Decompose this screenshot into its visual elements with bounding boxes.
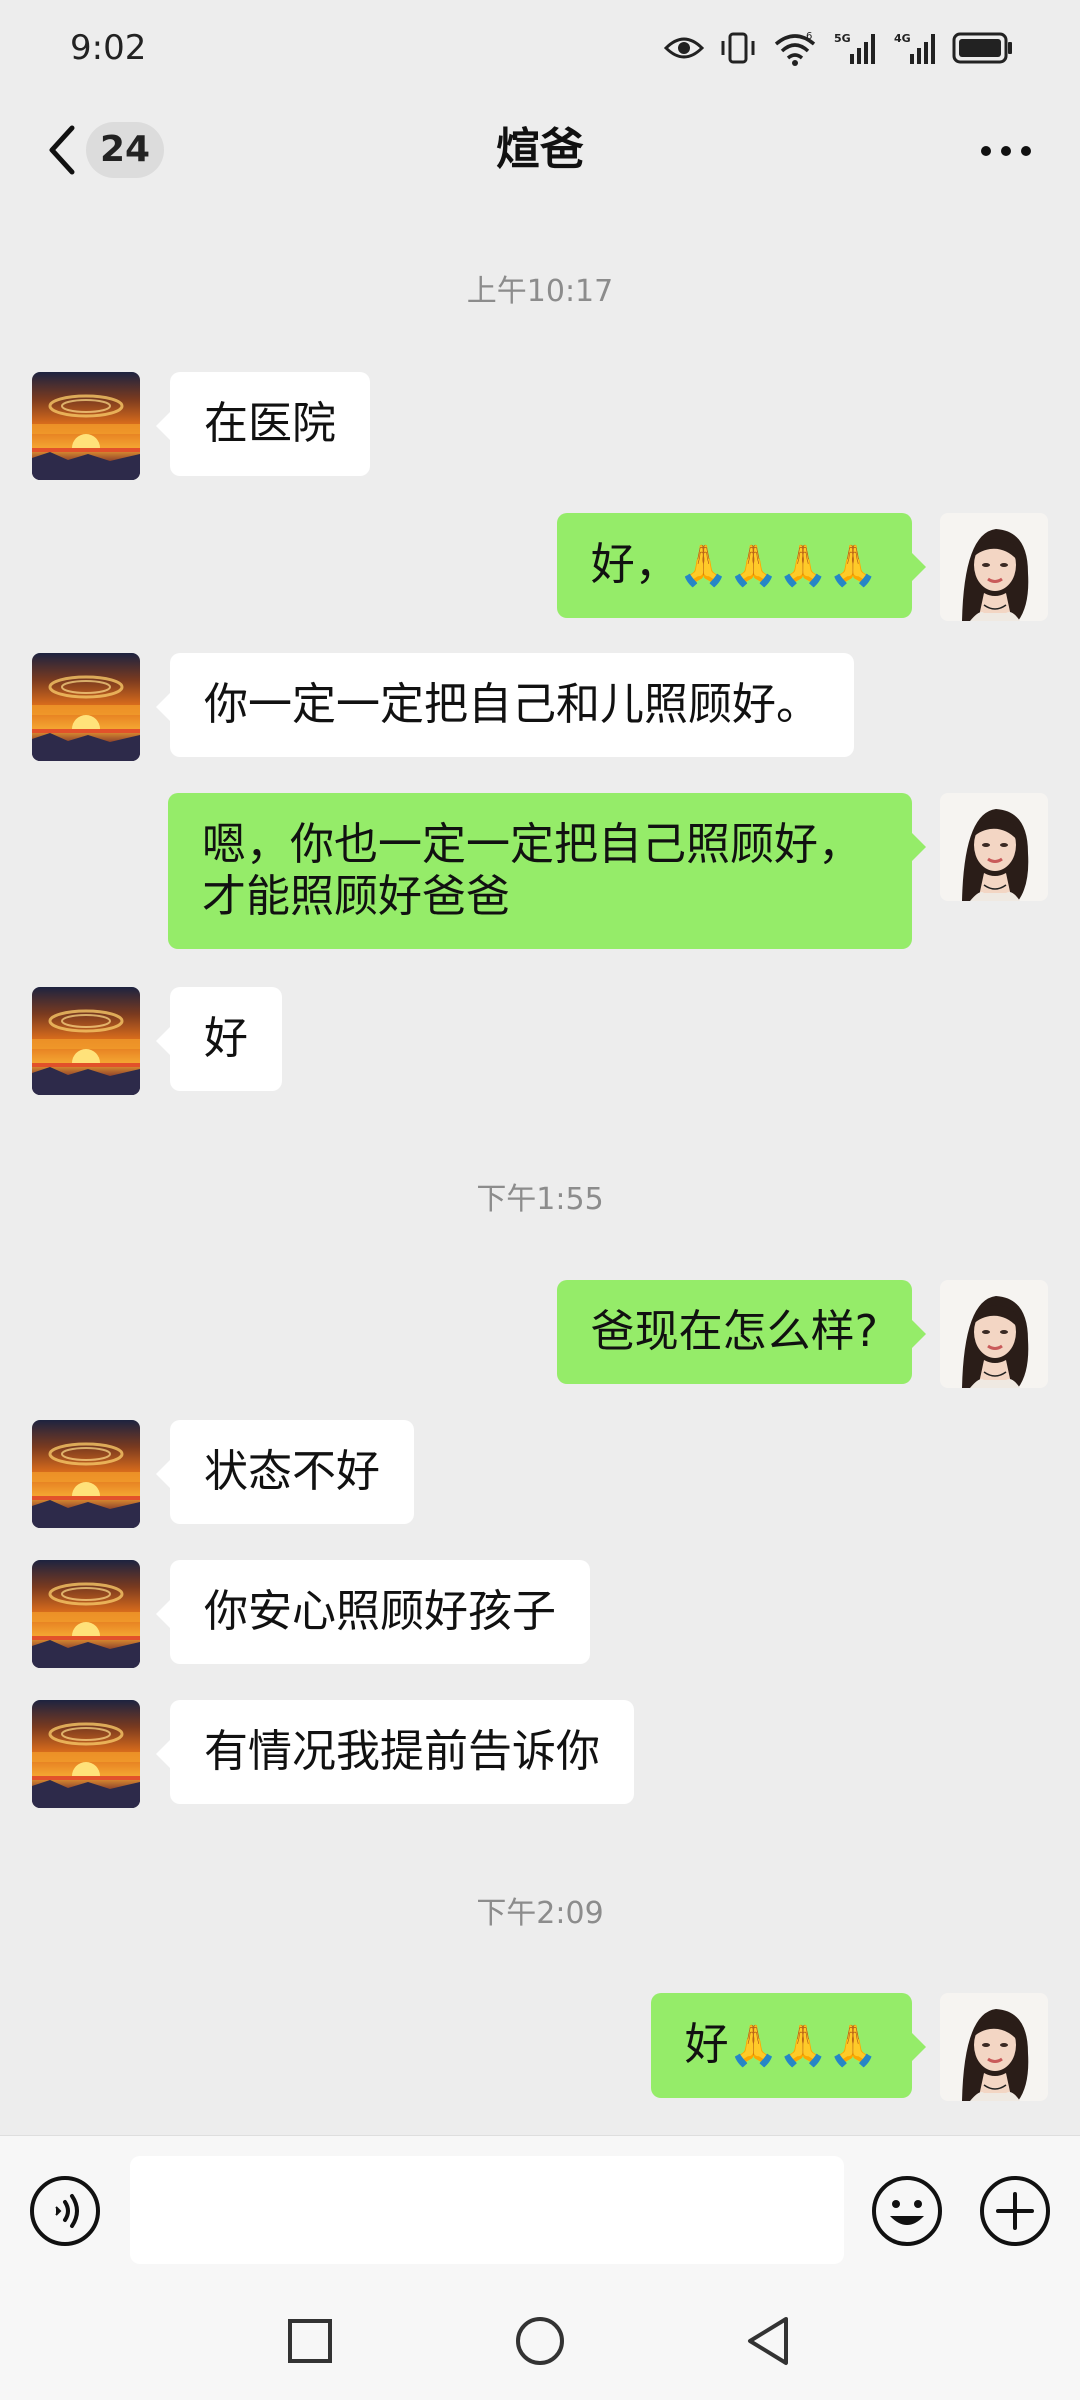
svg-text:5G: 5G (834, 32, 851, 45)
message-bubble-incoming[interactable]: 好 (156, 987, 282, 1091)
signal-5g-icon: 5G (834, 32, 875, 64)
plus-icon[interactable] (978, 2174, 1052, 2248)
message-text: 好， (590, 539, 679, 590)
status-bar: 9:02 6 5G 4G (0, 0, 1080, 100)
message-bubble-incoming[interactable]: 状态不好 (156, 1420, 414, 1524)
battery-icon (952, 32, 1012, 64)
triangle-back-icon[interactable] (740, 2313, 796, 2369)
message-bubble-outgoing[interactable]: 嗯，你也一定一定把自己照顾好， 才能照顾好爸爸 (168, 793, 926, 949)
square-icon[interactable] (282, 2313, 338, 2369)
contact-avatar[interactable] (32, 372, 140, 480)
message-bubble-incoming[interactable]: 有情况我提前告诉你 (156, 1700, 634, 1804)
unread-count-badge[interactable]: 24 (86, 122, 165, 178)
message-list[interactable]: 上午10:17 在医院 好，🙏🙏🙏🙏 你一定一定把自己和儿照顾好。 嗯，你也一定… (0, 200, 1080, 2135)
wifi-icon: 6 (774, 31, 816, 66)
vibrate-icon (721, 32, 755, 64)
status-time: 9:02 (70, 28, 147, 68)
input-bar (0, 2135, 1080, 2276)
message-bubble-outgoing[interactable]: 好，🙏🙏🙏🙏 (556, 513, 927, 618)
my-avatar[interactable] (940, 1993, 1048, 2101)
svg-text:6: 6 (806, 31, 812, 42)
circle-icon[interactable] (512, 2313, 568, 2369)
pray-emoji: 🙏🙏🙏🙏 (678, 543, 878, 589)
my-avatar[interactable] (940, 513, 1048, 621)
message-bubble-incoming[interactable]: 在医院 (156, 372, 370, 476)
message-bubble-outgoing[interactable]: 爸现在怎么样? (556, 1280, 927, 1384)
contact-avatar[interactable] (32, 653, 140, 761)
message-text-line: 才能照顾好爸爸 (202, 871, 510, 922)
pray-emoji: 🙏🙏🙏 (728, 2023, 878, 2069)
signal-4g-icon: 4G (894, 32, 935, 64)
my-avatar[interactable] (940, 793, 1048, 901)
svg-text:4G: 4G (894, 32, 911, 45)
more-dots-icon[interactable] (976, 126, 1036, 176)
contact-avatar[interactable] (32, 1560, 140, 1668)
status-icons: 6 5G 4G (664, 30, 1014, 66)
timestamp: 下午2:09 (476, 1896, 604, 1931)
contact-avatar[interactable] (32, 1700, 140, 1808)
chevron-left-icon[interactable] (40, 122, 84, 178)
emoji-icon[interactable] (870, 2174, 944, 2248)
voice-icon[interactable] (28, 2174, 102, 2248)
contact-avatar[interactable] (32, 987, 140, 1095)
eye-icon (664, 37, 704, 59)
timestamp: 上午10:17 (466, 274, 614, 309)
message-bubble-incoming[interactable]: 你一定一定把自己和儿照顾好。 (156, 653, 854, 757)
my-avatar[interactable] (940, 1280, 1048, 1388)
chat-header: 24 煊爸 (0, 100, 1080, 200)
message-bubble-incoming[interactable]: 你安心照顾好孩子 (156, 1560, 590, 1664)
system-nav-bar (0, 2275, 1080, 2400)
message-text: 好 (684, 2019, 729, 2070)
message-text-line: 嗯，你也一定一定把自己照顾好， (202, 819, 862, 870)
timestamp: 下午1:55 (476, 1182, 604, 1217)
contact-avatar[interactable] (32, 1420, 140, 1528)
message-input[interactable] (130, 2156, 844, 2264)
message-bubble-outgoing[interactable]: 好🙏🙏🙏 (650, 1993, 927, 2098)
